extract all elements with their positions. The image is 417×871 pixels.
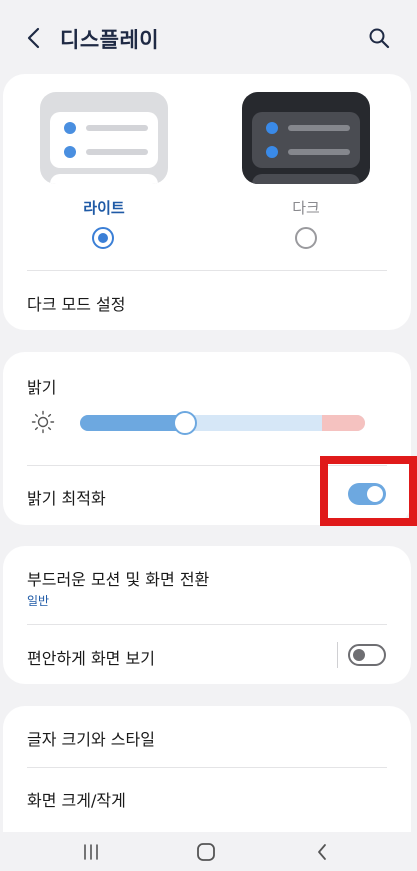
brightness-slider[interactable] [80,415,365,431]
preview-panel [50,112,158,168]
dark-theme-preview[interactable] [242,92,370,184]
preview-dot [64,122,76,134]
brightness-label: 밝기 [27,378,57,397]
dark-theme-radio[interactable] [295,227,317,249]
brightness-slider-thumb[interactable] [173,411,198,435]
chevron-left-icon [27,27,40,49]
preview-panel-bottom [50,174,158,184]
home-button[interactable] [186,838,226,866]
preview-bar [288,125,350,131]
vertical-separator [337,642,338,668]
adaptive-brightness-label: 밝기 최적화 [27,489,106,508]
navigation-bar [0,832,417,871]
toggle-knob [353,649,365,661]
preview-panel [252,112,360,168]
dark-theme-label: 다크 [292,199,320,217]
nav-back-button[interactable] [302,838,342,866]
brightness-slider-fill [80,415,186,431]
light-theme-label: 라이트 [83,199,125,217]
light-theme-preview[interactable] [40,92,168,184]
divider [27,624,387,625]
divider [27,270,387,271]
preview-bar [86,125,148,131]
theme-card: 라이트 다크 다크 모드 설정 [3,74,411,330]
home-icon [197,843,215,861]
motion-smoothness-value: 일반 [27,594,50,608]
motion-card: 부드러운 모션 및 화면 전환 일반 편안하게 화면 보기 [3,546,411,684]
preview-dot [266,122,278,134]
preview-panel-bottom [252,174,360,184]
recents-button[interactable] [71,838,111,866]
light-theme-radio[interactable] [92,227,114,249]
brightness-slider-high-zone [322,415,365,431]
page-title: 디스플레이 [60,28,160,52]
divider [27,767,387,768]
search-icon [369,28,390,49]
font-card: 글자 크기와 스타일 화면 크게/작게 [3,706,411,832]
highlight-box [320,456,417,526]
preview-dot [64,146,76,158]
preview-dot [266,146,278,158]
preview-bar [288,149,350,155]
back-icon [318,844,326,860]
search-button[interactable] [365,24,393,52]
sun-icon [31,410,55,434]
back-button[interactable] [20,24,48,52]
motion-smoothness-item[interactable]: 부드러운 모션 및 화면 전환 [27,566,209,590]
dark-mode-settings-item[interactable]: 다크 모드 설정 [27,291,126,315]
recents-icon [84,844,98,860]
preview-bar [86,149,148,155]
font-size-style-item[interactable]: 글자 크기와 스타일 [27,726,155,750]
screen-zoom-item[interactable]: 화면 크게/작게 [27,787,126,811]
eye-comfort-label[interactable]: 편안하게 화면 보기 [27,645,155,669]
eye-comfort-toggle[interactable] [348,644,386,666]
app-header: 디스플레이 [0,0,417,72]
